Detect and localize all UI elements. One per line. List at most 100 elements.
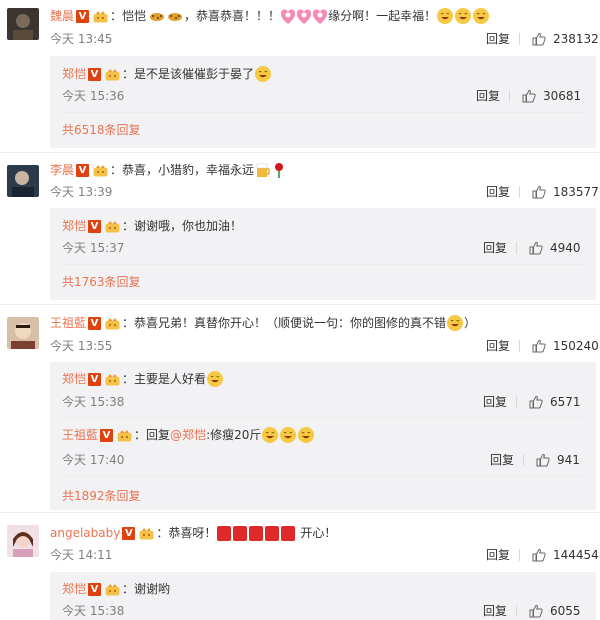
username[interactable]: 郑恺 bbox=[62, 370, 86, 388]
divider bbox=[516, 605, 517, 617]
thumb-up-icon bbox=[522, 89, 536, 103]
comment-text: ，恭喜恭喜！！！ bbox=[184, 9, 281, 23]
reply-button[interactable]: 回复 bbox=[486, 184, 510, 200]
comment-line: 李晨 V ： 恭喜，小猎豹，幸福永远 bbox=[50, 161, 286, 179]
laugh-cry-emoji-icon bbox=[298, 427, 315, 443]
like-count: 4940 bbox=[550, 241, 581, 255]
thumb-up-icon bbox=[529, 604, 543, 618]
comment-item: angelababy V ： 恭喜呀！ 开心！ 今天 14:11 回复 1444… bbox=[0, 512, 600, 620]
username[interactable]: 郑恺 bbox=[62, 65, 86, 83]
username[interactable]: 王祖藍 bbox=[50, 314, 86, 332]
comment-text: ） bbox=[464, 316, 477, 330]
reply-text: 谢谢哟 bbox=[134, 582, 171, 596]
verified-badge-icon: V bbox=[122, 526, 136, 540]
comment-line: 魏晨 V ： 恺恺 ，恭喜恭喜！！！ 缘分啊！一起幸福！ bbox=[50, 7, 490, 25]
like-count: 150240 bbox=[553, 339, 599, 353]
reply-box: 郑恺 V ： 谢谢哟 今天 15:38 回复 6055 bbox=[50, 572, 596, 620]
pink-heart-emoji-icon bbox=[313, 8, 327, 25]
avatar[interactable] bbox=[7, 317, 39, 349]
reply-text: 回复 bbox=[146, 428, 171, 442]
wink-emoji-icon bbox=[255, 66, 272, 82]
reply-button[interactable]: 回复 bbox=[483, 603, 507, 619]
divider bbox=[519, 549, 520, 561]
reply-button[interactable]: 回复 bbox=[483, 394, 507, 410]
comment-item: 魏晨 V ： 恺恺 ，恭喜恭喜！！！ 缘分啊！一起幸福！ 今天 13:45 回复… bbox=[0, 0, 600, 152]
comment-item: 李晨 V ： 恭喜，小猎豹，幸福永远 今天 13:39 回复 183577 郑恺… bbox=[0, 152, 600, 304]
like-count: 30681 bbox=[543, 89, 582, 103]
crown-icon bbox=[105, 373, 120, 386]
mention-link[interactable]: @郑恺 bbox=[170, 426, 206, 444]
verified-badge-icon: V bbox=[88, 582, 102, 596]
username[interactable]: angelababy bbox=[50, 524, 120, 542]
like-button[interactable]: 144454 bbox=[532, 547, 599, 563]
like-button[interactable]: 150240 bbox=[532, 338, 599, 354]
avatar[interactable] bbox=[7, 8, 39, 40]
thumb-up-icon bbox=[532, 185, 546, 199]
more-replies-link[interactable]: 共1892条回复 bbox=[62, 488, 141, 504]
like-button[interactable]: 238132 bbox=[532, 31, 599, 47]
like-button[interactable]: 941 bbox=[536, 452, 580, 468]
like-button[interactable]: 6571 bbox=[529, 394, 581, 410]
reply-separator: ： bbox=[122, 67, 135, 81]
like-count: 941 bbox=[557, 453, 580, 467]
laugh-emoji-icon bbox=[473, 8, 490, 24]
reply-line: 王祖藍 V ： 回复 @郑恺 :修瘦20斤 bbox=[62, 426, 315, 444]
red-envelope-emoji-icon bbox=[249, 525, 264, 541]
avatar[interactable] bbox=[7, 525, 39, 557]
comment-time: 今天 13:45 bbox=[50, 32, 113, 46]
username[interactable]: 李晨 bbox=[50, 161, 74, 179]
reply-time: 今天 15:37 bbox=[62, 241, 125, 255]
reply-button[interactable]: 回复 bbox=[483, 240, 507, 256]
comment-time: 今天 14:11 bbox=[50, 548, 113, 562]
reply-button[interactable]: 回复 bbox=[490, 452, 514, 468]
crown-icon bbox=[105, 220, 120, 233]
comment-separator: ： bbox=[110, 9, 123, 23]
comment-text: 开心！ bbox=[300, 526, 337, 540]
reply-button[interactable]: 回复 bbox=[486, 338, 510, 354]
reply-time: 今天 15:38 bbox=[62, 395, 125, 409]
divider bbox=[62, 476, 584, 477]
reply-box: 郑恺 V ： 谢谢哦，你也加油！ 今天 15:37 回复 4940 共1763条… bbox=[50, 208, 596, 300]
comment-time: 今天 13:39 bbox=[50, 185, 113, 199]
divider bbox=[523, 454, 524, 466]
like-button[interactable]: 6055 bbox=[529, 603, 581, 619]
crown-icon bbox=[105, 68, 120, 81]
username[interactable]: 郑恺 bbox=[62, 580, 86, 598]
comment-text: 缘分啊！一起幸福！ bbox=[328, 9, 437, 23]
avatar[interactable] bbox=[7, 165, 39, 197]
leopard-emoji-icon bbox=[167, 10, 183, 22]
like-button[interactable]: 183577 bbox=[532, 184, 599, 200]
reply-button[interactable]: 回复 bbox=[476, 88, 500, 104]
crown-icon bbox=[105, 583, 120, 596]
like-count: 144454 bbox=[553, 548, 599, 562]
pink-heart-emoji-icon bbox=[281, 8, 295, 25]
grin-emoji-icon bbox=[207, 371, 224, 387]
like-button[interactable]: 30681 bbox=[522, 88, 581, 104]
reply-button[interactable]: 回复 bbox=[486, 31, 510, 47]
more-replies-link[interactable]: 共6518条回复 bbox=[62, 122, 141, 138]
comment-text: 恭喜呀！ bbox=[168, 526, 217, 540]
comment-line: 王祖藍 V ： 恭喜兄弟！真替你开心！（顺便说一句：你的图修的真不错 ） bbox=[50, 314, 476, 332]
reply-button[interactable]: 回复 bbox=[486, 547, 510, 563]
comment-separator: ： bbox=[110, 163, 123, 177]
like-button[interactable]: 4940 bbox=[529, 240, 581, 256]
more-replies-link[interactable]: 共1763条回复 bbox=[62, 274, 141, 290]
comment-text: 恭喜，小猎豹，幸福永远 bbox=[122, 163, 255, 177]
reply-text: 谢谢哦，你也加油！ bbox=[134, 219, 243, 233]
divider bbox=[0, 304, 600, 305]
reply-time: 今天 17:40 bbox=[62, 453, 125, 467]
divider bbox=[0, 512, 600, 513]
thumb-up-icon bbox=[529, 241, 543, 255]
crown-icon bbox=[93, 10, 108, 23]
thumb-up-icon bbox=[536, 453, 550, 467]
reply-text: 主要是人好看 bbox=[134, 372, 207, 386]
reply-line: 郑恺 V ： 是不是该催催彭于晏了 bbox=[62, 65, 272, 83]
username[interactable]: 王祖藍 bbox=[62, 426, 98, 444]
red-envelope-emoji-icon bbox=[233, 525, 248, 541]
username[interactable]: 魏晨 bbox=[50, 7, 74, 25]
reply-separator: ： bbox=[122, 219, 135, 233]
pink-heart-emoji-icon bbox=[297, 8, 311, 25]
rose-emoji-icon bbox=[273, 162, 285, 178]
username[interactable]: 郑恺 bbox=[62, 217, 86, 235]
verified-badge-icon: V bbox=[76, 9, 90, 23]
